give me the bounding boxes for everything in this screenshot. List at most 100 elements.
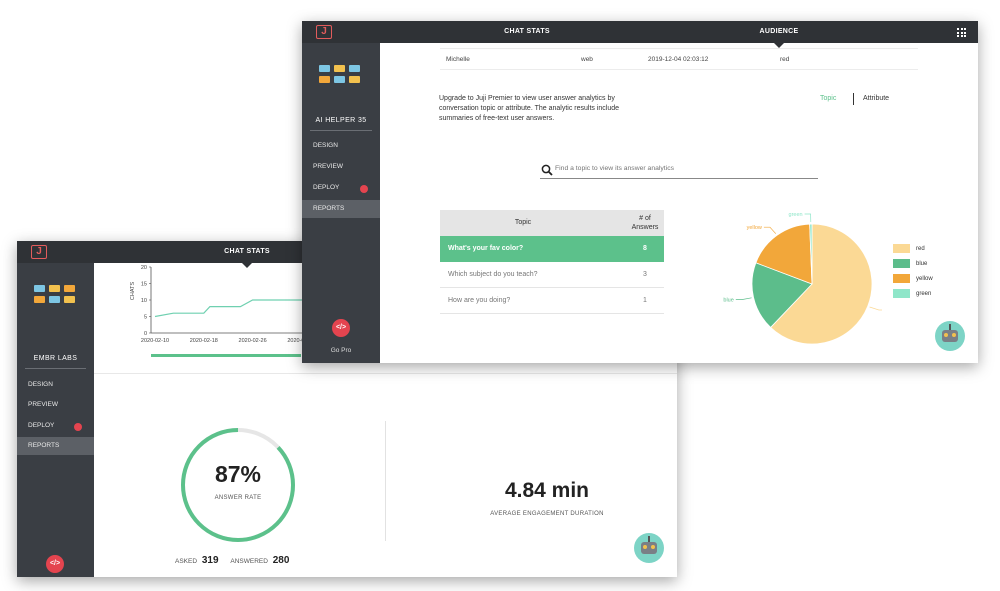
- pie-slice-label: yellow: [747, 225, 762, 231]
- search-icon: [541, 164, 553, 176]
- pie-slice-label: green: [789, 212, 803, 218]
- row-answers: 1: [643, 297, 647, 304]
- x-tick-label: 2020-02-26: [239, 338, 267, 344]
- y-tick-label: 5: [144, 315, 147, 321]
- y-tick-label: 10: [141, 298, 147, 304]
- legend-label: green: [916, 290, 932, 297]
- grid-menu-icon[interactable]: [957, 28, 966, 37]
- asked-stat: ASKED 319 ANSWERED 280: [175, 555, 289, 566]
- upgrade-text: Upgrade to Juji Premier to view user ans…: [439, 95, 620, 122]
- tab-chat-stats-label: CHAT STATS: [504, 28, 550, 35]
- col-answers-header: # of Answers: [631, 215, 659, 231]
- robot-assistant-icon[interactable]: [634, 533, 664, 563]
- pie-legend: red blue yellow green: [893, 241, 933, 301]
- audience-row: Michelle web 2019-12-04 02:03:12 red: [440, 48, 918, 70]
- deploy-alert-dot: [74, 423, 82, 431]
- bot-name: AI HELPER 35: [315, 117, 367, 124]
- answered-label: ANSWERED: [230, 558, 268, 565]
- toggle-topic[interactable]: Topic: [820, 95, 836, 102]
- legend-item[interactable]: red: [893, 241, 933, 256]
- search-input[interactable]: [555, 165, 810, 172]
- avatar-tile: [334, 76, 345, 83]
- front-sidebar: AI HELPER 35 DESIGN PREVIEW DEPLOY REPOR…: [302, 43, 380, 363]
- answer-rate-value: 87%: [214, 461, 262, 487]
- juji-logo: J: [31, 245, 47, 259]
- avatar-tile: [334, 65, 345, 72]
- robot-assistant-icon[interactable]: [935, 321, 965, 351]
- audience-time: 2019-12-04 02:03:12: [648, 56, 709, 63]
- legend-swatch: [893, 244, 910, 253]
- row-topic: Which subject do you teach?: [448, 271, 538, 278]
- table-row[interactable]: How are you doing? 1: [440, 288, 664, 314]
- nav-design[interactable]: DESIGN: [302, 137, 380, 155]
- audience-value: red: [780, 56, 790, 63]
- legend-label: red: [916, 245, 925, 252]
- y-tick-label: 15: [141, 282, 147, 288]
- nav-preview[interactable]: PREVIEW: [302, 158, 380, 176]
- nav-deploy[interactable]: DEPLOY: [17, 417, 94, 435]
- tab-chat-stats[interactable]: CHAT STATS: [207, 241, 287, 268]
- code-icon[interactable]: </>: [332, 319, 350, 337]
- x-tick-label: 2020-02-18: [190, 338, 218, 344]
- answers-pie-chart: redblueyellowgreen: [723, 212, 882, 345]
- tab-chat-stats[interactable]: CHAT STATS: [487, 21, 567, 43]
- stats-divider: [385, 421, 386, 541]
- table-row[interactable]: Which subject do you teach? 3: [440, 262, 664, 288]
- y-tick-label: 20: [141, 265, 147, 271]
- chats-series-line: [154, 299, 323, 318]
- avatar-tile: [64, 296, 75, 303]
- asked-value: 319: [201, 555, 219, 566]
- pie-slice-label: blue: [723, 298, 733, 304]
- nav-reports[interactable]: REPORTS: [302, 200, 380, 218]
- tab-chat-stats-label: CHAT STATS: [224, 248, 270, 255]
- avatar-tile: [49, 296, 60, 303]
- topic-search[interactable]: [540, 163, 818, 179]
- tab-audience-label: AUDIENCE: [759, 28, 799, 35]
- legend-swatch: [893, 259, 910, 268]
- avatar-tile: [64, 285, 75, 292]
- date-range-slider[interactable]: [151, 354, 301, 357]
- row-answers: 8: [643, 245, 647, 252]
- juji-logo: J: [316, 25, 332, 39]
- nav-design[interactable]: DESIGN: [17, 376, 94, 394]
- duration-value: 4.84 min: [504, 479, 590, 502]
- answered-value: 280: [272, 555, 290, 566]
- front-topbar: J CHAT STATS AUDIENCE: [302, 21, 978, 48]
- nav-reports[interactable]: REPORTS: [17, 437, 94, 455]
- tab-audience[interactable]: AUDIENCE: [739, 21, 819, 48]
- legend-item[interactable]: green: [893, 286, 933, 301]
- answer-rate-label: ANSWER RATE: [214, 495, 262, 501]
- back-sidebar: EMBR LABS DESIGN PREVIEW DEPLOY REPORTS …: [17, 263, 94, 577]
- y-tick-label: 0: [144, 331, 147, 337]
- duration-label: AVERAGE ENGAGEMENT DURATION: [490, 511, 604, 517]
- avatar-tile: [349, 76, 360, 83]
- code-icon[interactable]: </>: [46, 555, 64, 573]
- front-window: J CHAT STATS AUDIENCE AI HELPER 35 DESIG…: [302, 21, 978, 363]
- avatar-tile: [49, 285, 60, 292]
- x-tick-label: 2020-02-10: [141, 338, 169, 344]
- back-divider: [94, 373, 677, 374]
- go-pro-link[interactable]: Go Pro: [302, 347, 380, 354]
- avatar-tile: [319, 76, 330, 83]
- pie-leader-line: [804, 213, 812, 223]
- row-topic: What's your fav color?: [448, 245, 524, 252]
- legend-swatch: [893, 289, 910, 298]
- table-row[interactable]: What's your fav color? 8: [440, 236, 664, 262]
- toggle-attribute[interactable]: Attribute: [863, 95, 889, 102]
- bot-name-divider: [310, 130, 372, 131]
- pie-leader-line: [735, 297, 752, 300]
- avatar-tile: [349, 65, 360, 72]
- avatar-tile: [34, 285, 45, 292]
- avatar-tile: [34, 296, 45, 303]
- row-topic: How are you doing?: [448, 297, 511, 304]
- table-header: Topic # of Answers: [440, 210, 664, 236]
- legend-item[interactable]: blue: [893, 256, 933, 271]
- legend-label: blue: [916, 260, 928, 267]
- col-topic-header: Topic: [514, 219, 532, 226]
- legend-item[interactable]: yellow: [893, 271, 933, 286]
- nav-deploy[interactable]: DEPLOY: [302, 179, 380, 197]
- pie-leader-line: [763, 226, 777, 234]
- nav-preview[interactable]: PREVIEW: [17, 396, 94, 414]
- pie-leader-line: [869, 306, 882, 311]
- audience-name: Michelle: [446, 56, 470, 63]
